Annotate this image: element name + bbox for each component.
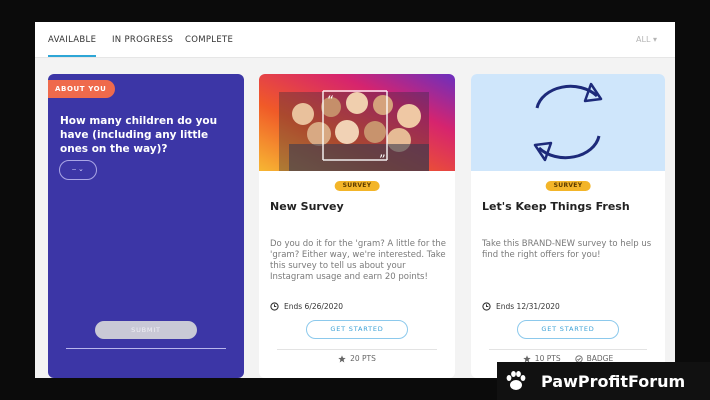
- tab-available[interactable]: AVAILABLE: [48, 35, 97, 57]
- survey-end-date: Ends 6/26/2020: [270, 302, 343, 311]
- survey-tag: SURVEY: [334, 181, 380, 191]
- points-reward: 20 PTS: [338, 354, 376, 363]
- selfie-photo: “ ”: [259, 74, 455, 171]
- svg-text:”: ”: [379, 153, 386, 168]
- survey-rewards: 20 PTS: [259, 354, 455, 363]
- star-icon: [338, 354, 346, 362]
- survey-title: New Survey: [270, 200, 344, 213]
- divider: [277, 349, 437, 350]
- points-text: 20 PTS: [350, 354, 376, 363]
- about-you-badge: ABOUT YOU: [48, 80, 116, 98]
- survey-card-instagram[interactable]: “ ” SURVEY New Survey Do you do it for t…: [259, 74, 455, 378]
- survey-end-date: Ends 12/31/2020: [482, 302, 560, 311]
- survey-title: Let's Keep Things Fresh: [482, 200, 630, 213]
- tab-in-progress[interactable]: IN PROGRESS: [112, 35, 173, 45]
- divider: [66, 348, 226, 349]
- svg-text:“: “: [327, 94, 334, 109]
- get-started-button[interactable]: GET STARTED: [517, 320, 619, 339]
- submit-button[interactable]: SUBMIT: [95, 321, 197, 339]
- paw-icon: [497, 362, 535, 400]
- pawprofitforum-logo: PawProfitForum: [497, 362, 710, 400]
- clock-icon: [270, 302, 279, 311]
- app-frame: AVAILABLE IN PROGRESS COMPLETE ALL ▾ ABO…: [35, 22, 675, 378]
- divider: [489, 349, 647, 350]
- about-you-card: ABOUT YOU How many children do you have …: [48, 74, 244, 378]
- survey-description: Do you do it for the 'gram? A little for…: [270, 239, 446, 282]
- survey-card-fresh[interactable]: SURVEY Let's Keep Things Fresh Take this…: [471, 74, 665, 378]
- filter-dropdown[interactable]: ALL ▾: [636, 35, 657, 44]
- end-date-text: Ends 6/26/2020: [284, 302, 344, 311]
- answer-select[interactable]: – ⌄: [59, 160, 97, 180]
- survey-description: Take this BRAND-NEW survey to help us fi…: [482, 239, 652, 260]
- refresh-icon: [471, 74, 665, 171]
- question-text: How many children do you have (including…: [60, 115, 218, 155]
- tab-complete[interactable]: COMPLETE: [185, 35, 233, 45]
- watermark-text: PawProfitForum: [541, 371, 686, 391]
- tab-bar: AVAILABLE IN PROGRESS COMPLETE ALL ▾: [35, 22, 675, 58]
- get-started-button[interactable]: GET STARTED: [306, 320, 408, 339]
- survey-tag: SURVEY: [545, 181, 591, 191]
- end-date-text: Ends 12/31/2020: [496, 302, 560, 311]
- clock-icon: [482, 302, 491, 311]
